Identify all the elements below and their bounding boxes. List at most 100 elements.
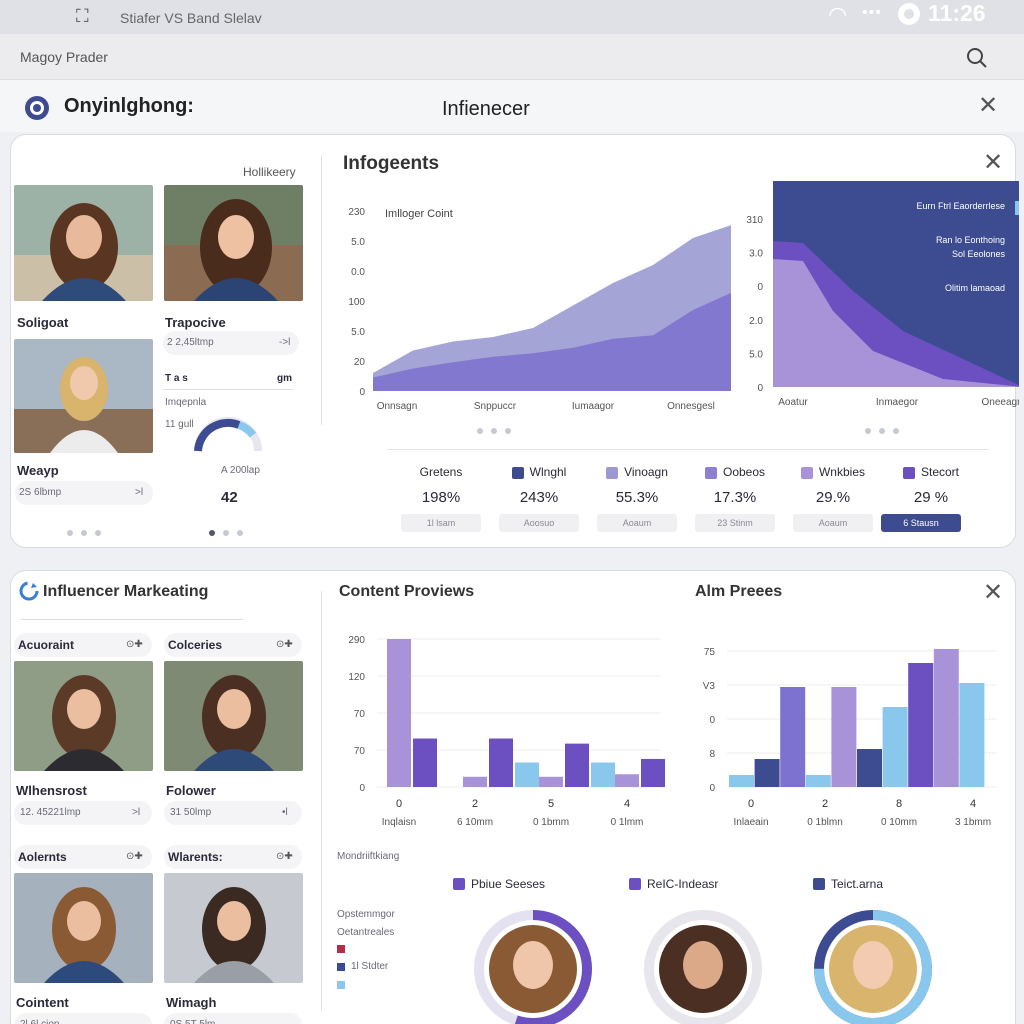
stat-tile: Vinoagn 55.3% Aoaum	[591, 465, 683, 535]
close-icon[interactable]: ✕	[983, 151, 1003, 175]
stat-button[interactable]: Aoosuo	[499, 514, 579, 532]
brand-logo-icon	[25, 96, 49, 120]
profile-name: Cointent	[16, 995, 69, 1010]
profile-arrow-icon[interactable]: ->l	[279, 337, 290, 348]
legend-item: ReIC-Indeasr	[629, 875, 718, 893]
y-tick-label: 0	[359, 387, 365, 398]
x-sublabel: 6 10mm	[457, 817, 493, 828]
x-sublabel: 3 1bmm	[955, 817, 991, 828]
profile-photo[interactable]	[14, 185, 153, 301]
profile-arrow-icon[interactable]: >l	[132, 807, 140, 818]
y-tick-label: 0	[757, 383, 763, 394]
address-bar[interactable]: Magoy Prader	[0, 34, 1024, 80]
y-tick-label: 0.0	[351, 267, 365, 278]
carousel-dots[interactable]	[473, 421, 515, 439]
profile-photo[interactable]	[14, 661, 153, 771]
stats-row: Gretens 198% 1l lsam Wlnghl 243% Aoosuo …	[395, 465, 995, 535]
stat-value: 243%	[519, 489, 559, 506]
section-title: Infogeents	[343, 153, 440, 174]
stat-button[interactable]: Aoaum	[597, 514, 677, 532]
wifi-icon: ◠	[828, 2, 848, 27]
profile-name: Weayp	[17, 463, 59, 478]
bar	[908, 663, 934, 787]
bar	[641, 758, 665, 787]
stat-label: Wnkbies	[787, 465, 879, 479]
legend-swatch	[511, 466, 524, 479]
x-sublabel: 0 1blmn	[807, 817, 843, 828]
carousel-dots[interactable]	[861, 421, 903, 439]
profile-photo[interactable]	[164, 185, 303, 301]
profile-ring[interactable]	[471, 907, 595, 1024]
x-tick-label: 0	[748, 798, 754, 810]
bar	[831, 687, 857, 787]
divider	[163, 389, 293, 390]
close-icon[interactable]: ✕	[983, 581, 1003, 605]
profile-arrow-icon[interactable]: •l	[282, 807, 288, 818]
profile-name: Wimagh	[166, 995, 217, 1010]
bar	[591, 762, 615, 787]
bar-chart-alm-prees: 0 8 0 V3 75 0 Inlaeain 2 0 1blmn 8 0 10mm 4 3 1bmm	[703, 647, 997, 828]
profiles-label: Hollikeery	[243, 165, 296, 179]
divider	[321, 155, 322, 425]
mini-label: Imqepnla	[165, 397, 207, 408]
x-sublabel: 0 10mm	[881, 817, 917, 828]
profile-header[interactable]: Colceries ⊙✚	[164, 633, 302, 657]
divider	[21, 619, 243, 620]
area-chart-secondary: 0 5.0 2.0 0 3.0 310 Eurn Ftrl Eaorderrlese Ran …	[746, 181, 1019, 408]
profile-stat: 2l 6l.ciop	[20, 1019, 59, 1024]
x-tick-label: 8	[896, 798, 902, 810]
legend-label: Eurn Ftrl Eaorderrlese	[916, 201, 1005, 211]
profile-ring[interactable]	[641, 907, 765, 1024]
x-tick-label: 5	[548, 798, 554, 810]
follow-icon[interactable]: ⊙✚	[276, 851, 293, 862]
stat-button[interactable]: 1l lsam	[401, 514, 481, 532]
profile-header[interactable]: Acuoraint ⊙✚	[14, 633, 152, 657]
refresh-icon[interactable]	[19, 581, 39, 601]
profile-stat-pill[interactable]: 31 50lmp •l	[164, 801, 302, 825]
carousel-dots[interactable]	[205, 523, 247, 541]
stat-button[interactable]: Aoaum	[793, 514, 873, 532]
y-tick-label: 100	[348, 297, 365, 308]
x-tick-label: Iumaagor	[572, 401, 615, 412]
follow-icon[interactable]: ⊙✚	[126, 639, 143, 650]
bar	[565, 743, 589, 787]
address-text: Magoy Prader	[20, 49, 108, 65]
follow-icon[interactable]: ⊙✚	[126, 851, 143, 862]
profile-stat-pill[interactable]: 2S 6lbmp >l	[15, 481, 153, 505]
stat-tile: Oobeos 17.3% 23 Stinm	[689, 465, 781, 535]
follow-icon[interactable]: ⊙✚	[276, 639, 293, 650]
profile-arrow-icon[interactable]: >l	[135, 487, 143, 498]
profile-photo[interactable]	[14, 873, 153, 983]
profile-header-label: Colceries	[168, 638, 223, 652]
mini-label: T a s	[165, 373, 188, 384]
bar	[754, 759, 780, 787]
y-tick-label: 70	[354, 746, 366, 757]
profile-stat: 31 50lmp	[170, 807, 212, 818]
brand-name: Onyinlghong:	[64, 95, 194, 117]
y-tick-label: 230	[348, 207, 365, 218]
close-icon[interactable]: ✕	[978, 94, 998, 118]
profile-stat-pill[interactable]: 2l 6l.ciop	[14, 1013, 152, 1024]
profile-header[interactable]: Aolernts ⊙✚	[14, 845, 152, 869]
profile-stat-pill[interactable]: 2 2,45ltmp ->l	[163, 331, 299, 355]
search-icon[interactable]	[966, 47, 988, 69]
profile-header[interactable]: Wlarents: ⊙✚	[164, 845, 302, 869]
x-tick-label: 2	[472, 798, 478, 810]
bar	[959, 683, 985, 787]
x-sublabel: 0 1bmm	[533, 817, 569, 828]
profile-ring[interactable]	[811, 907, 935, 1024]
y-tick-label: 5.0	[351, 327, 365, 338]
mini-label: 11 gull	[165, 419, 194, 430]
profile-photo[interactable]	[14, 339, 153, 453]
profile-stat-pill[interactable]: 12. 45221lmp >l	[14, 801, 152, 825]
profile-stat-pill[interactable]: 0S 5T 5lm	[164, 1013, 302, 1024]
carousel-dots[interactable]	[63, 523, 105, 541]
stat-button[interactable]: 6 Stausn	[881, 514, 961, 532]
profile-photo[interactable]	[164, 661, 303, 771]
bar-chart-content-previews: 0 70 70 120 290 0 Inqlaisn 2 6 10mm 5 0 1bmm 4 0 1lm…	[348, 635, 665, 828]
profile-photo[interactable]	[164, 873, 303, 983]
stat-value: 17.3%	[713, 489, 757, 506]
stat-button[interactable]: 23 Stinm	[695, 514, 775, 532]
status-bar: ⛶ Stiafer VS Band Slelav ◠ ••• 11:26	[0, 0, 1024, 34]
x-tick-label: Onnsagn	[377, 401, 418, 412]
